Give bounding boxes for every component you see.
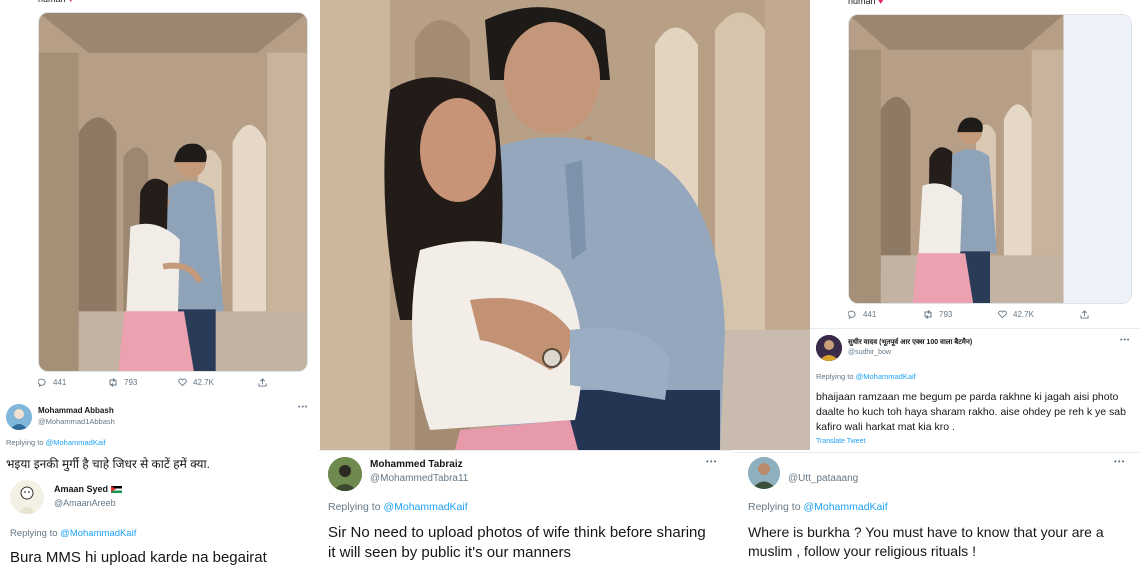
reply-text: bhaijaan ramzaan me begum pe parda rakhn…: [816, 391, 1126, 433]
replying-prefix: Replying to: [10, 528, 58, 539]
reply-mohammed-tabraiz[interactable]: Mohammed Tabraiz @MohammedTabra11 ••• Re…: [318, 450, 732, 570]
replying-to-link[interactable]: @MohammadKaif: [46, 438, 106, 447]
reply-text: Where is burkha ? You must have to know …: [748, 524, 1104, 559]
reply-action[interactable]: 441: [848, 310, 923, 319]
reply-count: 441: [53, 378, 67, 387]
couple-photo-image: [39, 13, 307, 371]
tweet-photo[interactable]: [848, 14, 1132, 304]
heart-icon: [998, 310, 1007, 319]
reply-sudhir-yadav[interactable]: सुधीर यादव (भूतपूर्व आर एक्स 100 वाला बै…: [810, 328, 1140, 452]
avatar[interactable]: [6, 404, 32, 430]
reply-mohammad-abbash[interactable]: Mohammad Abbash @Mohammad1Abbash ••• Rep…: [0, 400, 318, 478]
display-name[interactable]: Amaan Syed: [54, 484, 122, 494]
reply-utt-pataaang[interactable]: @Utt_pataaang ••• Replying to @MohammadK…: [734, 452, 1140, 570]
avatar[interactable]: [816, 335, 842, 361]
reply-text: भइया इनकी मुर्गी है चाहे जिधर से काटें ह…: [6, 457, 210, 471]
retweet-icon: [109, 378, 117, 387]
handle[interactable]: @Mohammad1Abbash: [38, 417, 115, 426]
avatar[interactable]: [10, 480, 44, 514]
center-photo[interactable]: [320, 0, 810, 450]
retweet-icon: [924, 310, 932, 319]
replying-to-link[interactable]: @MohammadKaif: [803, 501, 887, 513]
reply-action[interactable]: 441: [38, 378, 108, 387]
handle[interactable]: @sudhir_bow: [848, 349, 891, 356]
like-action[interactable]: 42.7K: [178, 378, 258, 387]
replying-to: Replying to @MohammadKaif: [6, 438, 106, 447]
more-icon[interactable]: •••: [1120, 337, 1130, 344]
retweet-action[interactable]: 793: [108, 378, 178, 387]
avatar[interactable]: [748, 457, 780, 489]
reply-count: 441: [863, 310, 877, 319]
replying-to: Replying to @MohammadKaif: [816, 372, 916, 381]
display-name[interactable]: Mohammed Tabraiz: [370, 459, 463, 470]
replying-prefix: Replying to: [816, 372, 854, 381]
flag-icon: [110, 486, 122, 494]
more-icon[interactable]: •••: [298, 404, 308, 411]
share-action[interactable]: [1080, 310, 1089, 319]
handle[interactable]: @Utt_pataaang: [788, 473, 858, 484]
handle[interactable]: @AmaanAreeb: [54, 498, 116, 508]
couple-photo-image: [849, 15, 1131, 303]
more-icon[interactable]: •••: [706, 457, 717, 466]
retweet-count: 793: [124, 378, 138, 387]
retweet-count: 793: [939, 310, 953, 319]
retweet-action[interactable]: 793: [923, 310, 998, 319]
share-icon: [1080, 310, 1089, 319]
right-tweet-panel: human ♥ 441 793 42.7K: [810, 0, 1140, 328]
tweet-caption-tail: human: [38, 0, 66, 4]
reply-icon: [848, 310, 856, 319]
replying-prefix: Replying to: [328, 501, 381, 513]
more-icon[interactable]: •••: [1114, 457, 1125, 466]
avatar[interactable]: [328, 457, 362, 491]
replying-to: Replying to @MohammadKaif: [10, 528, 136, 539]
heart-emoji-icon: ♥: [68, 0, 73, 4]
translate-tweet-link[interactable]: Translate Tweet: [816, 438, 865, 445]
replying-to-link[interactable]: @MohammadKaif: [60, 528, 136, 539]
replying-to-link[interactable]: @MohammadKaif: [383, 501, 467, 513]
heart-icon: [178, 378, 187, 387]
display-name[interactable]: सुधीर यादव (भूतपूर्व आर एक्स 100 वाला बै…: [848, 338, 972, 347]
reply-amaan-syed[interactable]: Amaan Syed @AmaanAreeb Replying to @Moha…: [0, 478, 318, 570]
share-action[interactable]: [258, 378, 267, 387]
tweet-actions: 441 793 42.7K: [848, 310, 1108, 319]
left-tweet-panel: human ♥ 441: [0, 0, 318, 400]
handle[interactable]: @MohammedTabra11: [370, 473, 468, 484]
tweet-actions: 441 793 42.7K: [38, 378, 278, 387]
tweet-photo[interactable]: [38, 12, 308, 372]
reply-text: Bura MMS hi upload karde na begairat: [10, 549, 267, 566]
couple-closeup-image: [320, 0, 810, 450]
replying-to: Replying to @MohammadKaif: [328, 501, 468, 513]
replying-prefix: Replying to: [748, 501, 801, 513]
display-name[interactable]: Mohammad Abbash: [38, 406, 114, 415]
like-action[interactable]: 42.7K: [998, 310, 1080, 319]
replying-to-link[interactable]: @MohammadKaif: [856, 372, 916, 381]
replying-to: Replying to @MohammadKaif: [748, 501, 888, 513]
replying-prefix: Replying to: [6, 438, 44, 447]
tweet-caption-tail: human: [848, 0, 876, 6]
like-count: 42.7K: [1013, 310, 1034, 319]
reply-icon: [38, 378, 46, 387]
share-icon: [258, 378, 267, 387]
heart-emoji-icon: ♥: [878, 0, 884, 6]
like-count: 42.7K: [193, 378, 214, 387]
reply-text: Sir No need to upload photos of wife thi…: [328, 524, 706, 561]
